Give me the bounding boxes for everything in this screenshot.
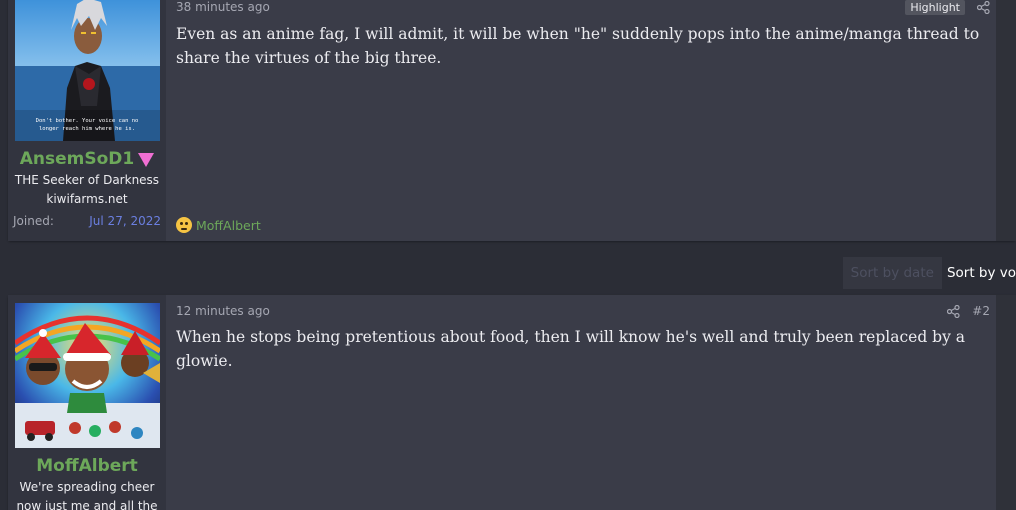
- user-title-line: kiwifarms.net: [46, 192, 128, 206]
- avatar[interactable]: Don't bother. Your voice can no longer r…: [14, 0, 160, 141]
- user-cell: Don't bother. Your voice can no longer r…: [8, 0, 166, 241]
- post-main: 12 minutes ago #2 When he stops being pr…: [166, 295, 1016, 510]
- triangle-badge-icon: [138, 153, 155, 167]
- user-title: THE Seeker of Darkness kiwifarms.net: [13, 171, 161, 209]
- post-time[interactable]: 12 minutes ago: [176, 304, 270, 318]
- share-icon[interactable]: [977, 0, 990, 14]
- highlight-button[interactable]: Highlight: [905, 0, 965, 15]
- post-main: 38 minutes ago Highlight Even as an anim…: [166, 0, 1016, 241]
- post-number-link[interactable]: #2: [972, 304, 990, 318]
- avatar-caption-line: longer reach him where he is.: [38, 126, 134, 132]
- user-title-line: THE Seeker of Darkness: [14, 173, 160, 187]
- sort-by-votes-tab[interactable]: Sort by vo: [941, 257, 1016, 289]
- post-actions: Highlight: [905, 0, 990, 15]
- reaction-user-link[interactable]: MoffAlbert: [196, 218, 261, 233]
- reactions-bar[interactable]: MoffAlbert: [176, 217, 261, 233]
- user-cell: MoffAlbert We're spreading cheer now jus…: [8, 295, 166, 510]
- joined-date: Jul 27, 2022: [89, 214, 161, 228]
- username-text[interactable]: AnsemSoD1: [20, 149, 134, 169]
- post-2: MoffAlbert We're spreading cheer now jus…: [8, 295, 1016, 510]
- post-time[interactable]: 38 minutes ago: [176, 0, 270, 14]
- post-message: When he stops being pretentious about fo…: [176, 328, 966, 370]
- user-title: We're spreading cheer now just me and al…: [14, 478, 159, 510]
- avatar-image: [14, 303, 160, 448]
- post-meta: 38 minutes ago Highlight: [176, 0, 996, 18]
- post-actions: #2: [947, 304, 990, 318]
- user-title-line: We're spreading cheer: [19, 480, 155, 494]
- joined-row: Joined: Jul 27, 2022: [13, 214, 161, 228]
- thinking-face-icon: [176, 217, 192, 233]
- share-icon[interactable]: [947, 304, 960, 318]
- post-meta: 12 minutes ago #2: [176, 301, 996, 321]
- post-1: Don't bother. Your voice can no longer r…: [8, 0, 1016, 241]
- sort-by-date-tab[interactable]: Sort by date: [843, 265, 942, 281]
- username[interactable]: AnsemSoD1: [20, 149, 155, 169]
- username-text[interactable]: MoffAlbert: [36, 456, 138, 476]
- avatar[interactable]: [14, 303, 160, 448]
- joined-label: Joined:: [13, 214, 54, 228]
- username[interactable]: MoffAlbert: [36, 456, 138, 476]
- avatar-image: Don't bother. Your voice can no longer r…: [14, 0, 160, 141]
- post-message: Even as an anime fag, I will admit, it w…: [176, 25, 980, 67]
- sort-bar: Sort by date Sort by vo: [842, 257, 1016, 289]
- user-title-line: now just me and all the: [16, 499, 158, 510]
- avatar-caption-line: Don't bother. Your voice can no: [35, 118, 138, 124]
